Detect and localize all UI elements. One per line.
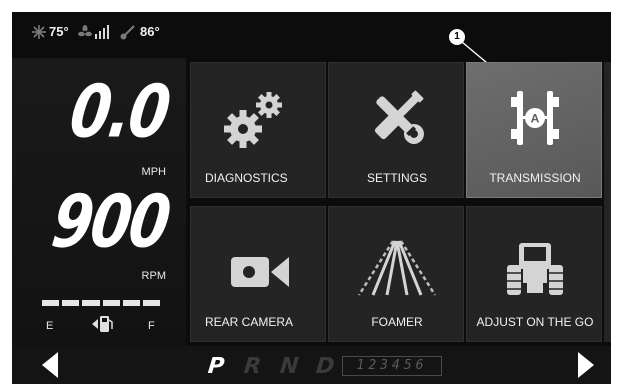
- fuel-segment: [62, 300, 80, 306]
- fuel-full-label: F: [148, 320, 155, 332]
- tile-settings[interactable]: SETTINGS: [328, 62, 464, 198]
- tile-settings-label: SETTINGS: [366, 171, 427, 185]
- speed-readout: 0.0: [65, 69, 174, 154]
- coolant-temp-icon: [120, 25, 135, 40]
- gear-neutral: N: [278, 354, 300, 379]
- fuel-gauge-bar: [42, 300, 161, 306]
- tile-diagnostics[interactable]: DIAGNOSTICS: [190, 62, 326, 198]
- tractor-icon: [507, 243, 563, 295]
- tile-foamer-label: FOAMER: [371, 315, 423, 329]
- wrench-screwdriver-icon: [374, 90, 424, 144]
- tile-transmission-label: TRANSMISSION: [489, 171, 581, 185]
- gear-drive: D: [314, 354, 336, 379]
- rpm-unit-label: RPM: [141, 270, 166, 282]
- transmission-icon-letter: A: [531, 112, 540, 126]
- gear-park: P: [206, 354, 226, 379]
- engine-temp-readout: 86°: [140, 24, 160, 39]
- signal-bars-icon: [95, 25, 109, 39]
- cab-temp-readout: 75°: [49, 24, 69, 39]
- tile-diagnostics-label: DIAGNOSTICS: [205, 171, 288, 185]
- fuel-segment: [42, 300, 60, 306]
- fan-icon: [78, 25, 92, 37]
- tile-foamer[interactable]: FOAMER: [328, 206, 464, 342]
- fuel-segment: [82, 300, 100, 306]
- next-page-button[interactable]: [562, 346, 611, 384]
- fuel-segment: [142, 300, 161, 306]
- tile-transmission[interactable]: A TRANSMISSION: [466, 62, 602, 198]
- fuel-segment: [102, 300, 120, 306]
- snowflake-icon: [32, 25, 46, 39]
- previous-page-button[interactable]: [28, 346, 88, 384]
- arrow-right-icon: [578, 352, 594, 378]
- tile-adjust-on-the-go[interactable]: ADJUST ON THE GO: [466, 206, 602, 342]
- fuel-empty-label: E: [46, 320, 54, 332]
- tile-adjust-on-the-go-label: ADJUST ON THE GO: [476, 315, 594, 329]
- fuel-segment: [122, 300, 140, 306]
- gear-ratio-indicator: 123456: [342, 356, 442, 376]
- foamer-lines-icon: [357, 240, 437, 296]
- rpm-readout: 900: [46, 179, 174, 264]
- tile-rear-camera[interactable]: REAR CAMERA: [190, 206, 326, 342]
- gear-reverse: R: [242, 354, 263, 379]
- fuel-pump-icon: [92, 316, 113, 332]
- speed-unit-label: MPH: [141, 166, 166, 178]
- gear-selector-bar: P R N D 123456: [12, 346, 611, 384]
- gears-icon: [224, 92, 282, 148]
- video-camera-icon: [231, 257, 289, 287]
- gauge-panel: 0.0 MPH 900 RPM E F: [12, 58, 186, 346]
- transmission-icon: A: [511, 91, 559, 145]
- tile-next-edge: [604, 62, 611, 342]
- display-screen: 75° 86° 1 0.0 MPH 900 RPM E F DIAGNOSTIC…: [12, 12, 611, 384]
- arrow-left-icon: [42, 352, 58, 378]
- tile-rear-camera-label: REAR CAMERA: [205, 315, 294, 329]
